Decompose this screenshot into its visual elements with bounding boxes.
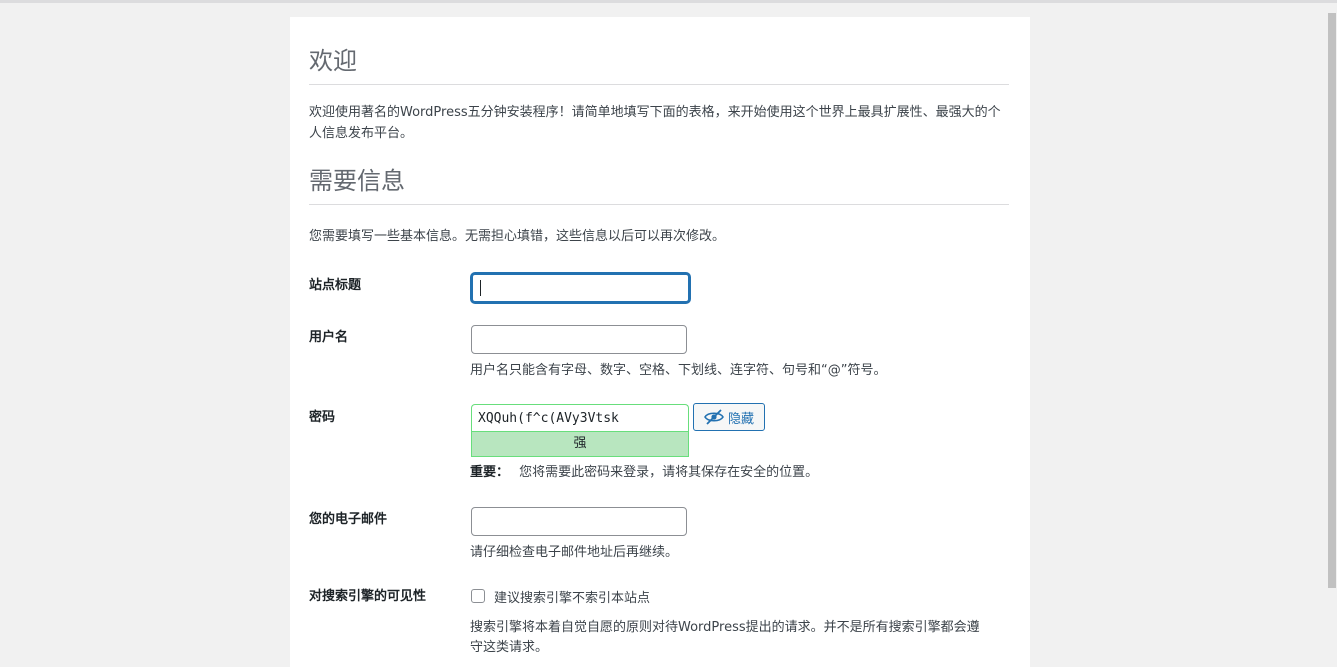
- eye-slash-icon: [704, 409, 724, 425]
- username-label: 用户名: [309, 330, 349, 345]
- password-input[interactable]: XQQuh(f^c(AVy3Vtsk: [471, 404, 689, 432]
- email-label: 您的电子邮件: [309, 512, 388, 527]
- visibility-label: 对搜索引擎的可见性: [309, 589, 427, 604]
- text-caret: [480, 280, 481, 296]
- password-label: 密码: [309, 410, 336, 425]
- site-title-input[interactable]: [471, 273, 690, 303]
- hide-password-button[interactable]: 隐藏: [693, 403, 765, 431]
- top-border: [0, 0, 1337, 3]
- welcome-heading: 欢迎: [309, 45, 1009, 85]
- hide-button-label: 隐藏: [727, 411, 754, 427]
- no-index-checkbox-label[interactable]: 建议搜索引擎不索引本站点: [494, 587, 650, 606]
- password-note: 重要： 您将需要此密码来登录，请将其保存在安全的位置。: [470, 463, 818, 482]
- password-strength-indicator: 强: [471, 431, 689, 457]
- password-note-text: 您将需要此密码来登录，请将其保存在安全的位置。: [519, 465, 819, 480]
- install-form-card: 欢迎 欢迎使用著名的WordPress五分钟安装程序！请简单地填写下面的表格，来…: [290, 17, 1030, 667]
- info-text: 您需要填写一些基本信息。无需担心填错，这些信息以后可以再次修改。: [309, 229, 726, 244]
- username-input[interactable]: [471, 325, 687, 354]
- visibility-description: 搜索引擎将本着自觉自愿的原则对待WordPress提出的请求。并不是所有搜索引擎…: [470, 620, 980, 655]
- scrollbar-thumb[interactable]: [1328, 13, 1336, 588]
- welcome-text: 欢迎使用著名的WordPress五分钟安装程序！请简单地填写下面的表格，来开始使…: [309, 105, 1001, 141]
- info-heading: 需要信息: [309, 165, 1009, 205]
- page-scrollbar[interactable]: [1327, 3, 1337, 667]
- username-description: 用户名只能含有字母、数字、空格、下划线、连字符、句号和“@”符号。: [470, 363, 887, 378]
- password-important-label: 重要：: [470, 465, 510, 480]
- email-input[interactable]: [471, 507, 687, 536]
- email-description: 请仔细检查电子邮件地址后再继续。: [470, 545, 679, 560]
- no-index-checkbox[interactable]: [471, 589, 485, 603]
- site-title-label: 站点标题: [309, 278, 362, 293]
